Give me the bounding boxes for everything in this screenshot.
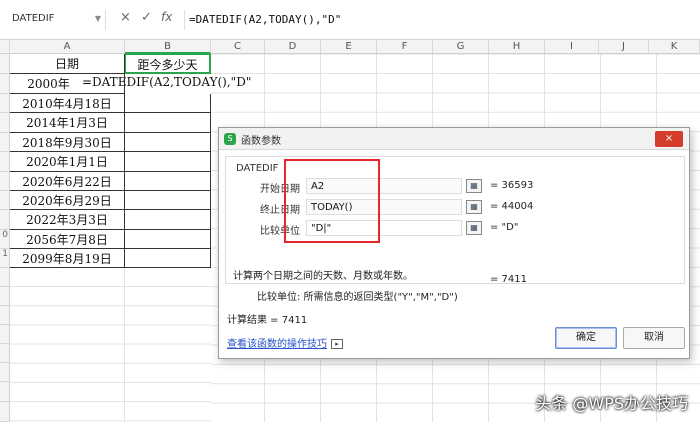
ok-button[interactable]: 确定 bbox=[555, 327, 617, 349]
formula-total: = 7411 bbox=[490, 274, 528, 285]
row-header[interactable] bbox=[0, 172, 10, 191]
cell-b7[interactable] bbox=[125, 172, 211, 191]
cell-a1[interactable]: 日期 bbox=[10, 54, 125, 74]
video-icon[interactable]: ▸ bbox=[331, 339, 343, 349]
cancel-button[interactable]: 取消 bbox=[623, 327, 685, 349]
column-header-c[interactable]: C bbox=[211, 40, 265, 54]
name-box-value: DATEDIF bbox=[12, 13, 55, 24]
cell-b11[interactable] bbox=[125, 249, 211, 268]
row-header[interactable] bbox=[0, 306, 10, 325]
row-header[interactable] bbox=[0, 382, 10, 402]
row-header[interactable] bbox=[0, 133, 10, 152]
column-header-h[interactable]: H bbox=[489, 40, 545, 54]
row-header[interactable] bbox=[0, 268, 10, 287]
cancel-icon[interactable]: × bbox=[120, 10, 131, 25]
watermark: 头条 @WPS办公技巧 bbox=[535, 394, 688, 413]
cell-a9[interactable]: 2022年3月3日 bbox=[10, 210, 125, 230]
column-header-f[interactable]: F bbox=[377, 40, 433, 54]
arg-result-start-date: = 36593 bbox=[490, 180, 534, 191]
arg-result-unit: = "D" bbox=[490, 222, 519, 233]
formula-input[interactable]: =DATEDIF(A2,TODAY(),"D" bbox=[184, 10, 700, 30]
row-header[interactable] bbox=[0, 344, 10, 363]
row-header[interactable] bbox=[0, 210, 10, 230]
cell-b6[interactable] bbox=[125, 152, 211, 172]
column-header-i[interactable]: I bbox=[545, 40, 599, 54]
cell-a11[interactable]: 2099年8月19日 bbox=[10, 249, 125, 268]
argument-help: 比较单位: 所需信息的返回类型("Y","M","D") bbox=[257, 292, 458, 303]
cell-b9[interactable] bbox=[125, 210, 211, 230]
row-header[interactable] bbox=[0, 152, 10, 172]
fx-icon[interactable]: fx bbox=[161, 10, 172, 24]
cell-b4[interactable] bbox=[125, 113, 211, 133]
row-header[interactable] bbox=[0, 325, 10, 344]
row-header[interactable] bbox=[0, 287, 10, 306]
column-header-a[interactable]: A bbox=[10, 40, 125, 54]
formula-bar: DATEDIF ▼ × ✓ fx =DATEDIF(A2,TODAY(),"D" bbox=[0, 0, 700, 40]
dialog-title-bar[interactable]: S 函数参数 × bbox=[219, 128, 689, 150]
column-header-k[interactable]: K bbox=[649, 40, 700, 54]
range-picker-icon[interactable]: ▦ bbox=[466, 221, 482, 235]
row-header[interactable] bbox=[0, 402, 10, 422]
name-box[interactable]: DATEDIF ▼ bbox=[6, 10, 106, 30]
close-icon[interactable]: × bbox=[655, 131, 683, 147]
help-link[interactable]: 查看该函数的操作技巧 ▸ bbox=[227, 335, 343, 350]
arg-result-end-date: = 44004 bbox=[490, 201, 534, 212]
cell-a4[interactable]: 2014年1月3日 bbox=[10, 113, 125, 133]
highlight-box bbox=[284, 159, 380, 243]
cell-b10[interactable] bbox=[125, 230, 211, 249]
function-name: DATEDIF bbox=[236, 163, 279, 174]
cell-b5[interactable] bbox=[125, 133, 211, 152]
column-header-g[interactable]: G bbox=[433, 40, 489, 54]
grid-area-ab[interactable] bbox=[10, 268, 211, 422]
cell-a3[interactable]: 2010年4月18日 bbox=[10, 94, 125, 113]
cell-a5[interactable]: 2018年9月30日 bbox=[10, 133, 125, 152]
row-header[interactable] bbox=[0, 191, 10, 210]
column-header-j[interactable]: J bbox=[599, 40, 649, 54]
row-header[interactable] bbox=[0, 113, 10, 133]
app-logo-icon: S bbox=[224, 133, 236, 145]
dialog-title: 函数参数 bbox=[241, 136, 281, 147]
cell-b1[interactable]: 距今多少天 bbox=[125, 54, 211, 74]
cell-a8[interactable]: 2020年6月29日 bbox=[10, 191, 125, 210]
help-link-text[interactable]: 查看该函数的操作技巧 bbox=[227, 339, 327, 350]
function-description: 计算两个日期之间的天数、月数或年数。 bbox=[233, 271, 413, 282]
row-header[interactable] bbox=[0, 94, 10, 113]
cell-b3[interactable] bbox=[125, 94, 211, 113]
column-header-e[interactable]: E bbox=[321, 40, 377, 54]
confirm-icon[interactable]: ✓ bbox=[141, 10, 152, 25]
range-picker-icon[interactable]: ▦ bbox=[466, 179, 482, 193]
row-header[interactable] bbox=[0, 363, 10, 382]
chevron-down-icon[interactable]: ▼ bbox=[95, 14, 101, 23]
calculation-result: 计算结果 = 7411 bbox=[227, 315, 308, 326]
row-header[interactable]: 1 bbox=[0, 249, 10, 268]
cell-b2-editing[interactable]: =DATEDIF(A2,TODAY(),"D" bbox=[79, 74, 269, 94]
row-header[interactable] bbox=[0, 54, 10, 74]
column-header-d[interactable]: D bbox=[265, 40, 321, 54]
column-header-b[interactable]: B bbox=[125, 40, 211, 54]
row-header[interactable]: 0 bbox=[0, 230, 10, 249]
cell-b8[interactable] bbox=[125, 191, 211, 210]
range-picker-icon[interactable]: ▦ bbox=[466, 200, 482, 214]
cell-a6[interactable]: 2020年1月1日 bbox=[10, 152, 125, 172]
cell-a10[interactable]: 2056年7月8日 bbox=[10, 230, 125, 249]
row-header[interactable] bbox=[0, 74, 10, 94]
cell-a7[interactable]: 2020年6月22日 bbox=[10, 172, 125, 191]
select-all-corner[interactable] bbox=[0, 40, 10, 54]
